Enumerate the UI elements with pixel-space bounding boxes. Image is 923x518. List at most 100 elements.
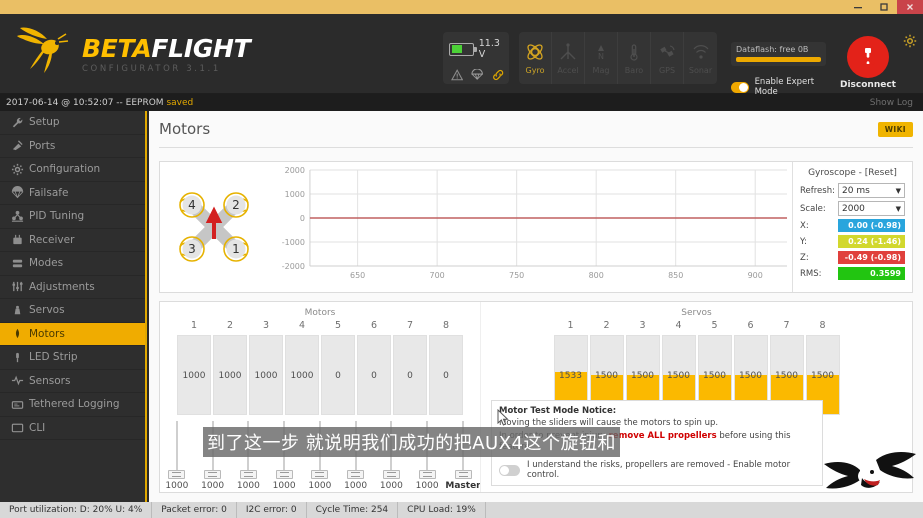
servo-column-header: 6 xyxy=(747,320,754,331)
disconnect-button[interactable]: Disconnect xyxy=(840,36,896,90)
disconnect-label: Disconnect xyxy=(840,80,896,90)
log-message: 2017-06-14 @ 10:52:07 -- EEPROM saved xyxy=(6,98,193,108)
sidebar-item-configuration[interactable]: Configuration xyxy=(0,158,145,182)
link-icon xyxy=(492,69,503,81)
motor-bar: 0 xyxy=(321,335,355,415)
sensor-accel: Accel xyxy=(552,32,585,84)
sidebar-item-receiver[interactable]: Receiver xyxy=(0,229,145,252)
gyro-chart: 2000 1000 0 -1000 -2000 650 700 750 800 850 900 xyxy=(268,162,792,292)
app-header: BETAFLIGHT CONFIGURATOR 3.1.1 11.3 V Gyr… xyxy=(0,14,923,97)
motor-slider[interactable]: 1000 xyxy=(160,421,194,491)
motor-mixer-diagram: 4 2 3 1 xyxy=(160,162,268,292)
sidebar-item-label: Setup xyxy=(29,116,60,129)
expert-mode-toggle[interactable] xyxy=(731,81,749,93)
sidebar-item-sensors[interactable]: Sensors xyxy=(0,370,145,393)
sidebar-item-servos[interactable]: Servos xyxy=(0,299,145,323)
enable-motor-control-row[interactable]: I understand the risks, propellers are r… xyxy=(499,460,815,480)
motor-column-header: 4 xyxy=(298,320,306,331)
motor-slider-knob[interactable] xyxy=(311,470,329,479)
motor-bar-value: 1000 xyxy=(218,371,242,381)
motor-slider-knob[interactable] xyxy=(239,470,257,479)
parachute-icon xyxy=(11,186,27,199)
status-bar-cell: Cycle Time: 254 xyxy=(307,502,399,518)
sidebar-item-label: Tethered Logging xyxy=(29,398,120,411)
disconnect-circle xyxy=(847,36,889,78)
motor-column-header: 3 xyxy=(262,320,270,331)
servos-header-row: 1 2 3 4 5 6 7 8 xyxy=(481,320,912,331)
sidebar-item-label: Sensors xyxy=(29,374,71,387)
servo-column-header: 5 xyxy=(711,320,718,331)
gyro-axis-label: Z: xyxy=(800,252,809,263)
status-bar: Port utilization: D: 20% U: 4% Packet err… xyxy=(0,502,923,518)
sidebar-item-tethered-logging[interactable]: Tethered Logging xyxy=(0,393,145,417)
gyro-icon xyxy=(527,44,543,60)
gyroscope-panel: Gyroscope - [Reset] Refresh: 20 ms ▼ Sca… xyxy=(792,162,912,292)
sidebar-item-setup[interactable]: Setup xyxy=(0,111,145,135)
sidebar-item-modes[interactable]: Modes xyxy=(0,252,145,276)
motor-slider-value: 1000 xyxy=(165,481,189,491)
gyro-axis-value: -0.49 (-0.98) xyxy=(838,251,905,264)
sensor-baro: Baro xyxy=(618,32,651,84)
motor-bar-value: 0 xyxy=(371,371,377,381)
brand-flight: FLIGHT xyxy=(151,34,251,63)
motors-section-label: Motors xyxy=(304,308,336,318)
motor-slider-knob[interactable] xyxy=(168,470,186,479)
terminal-icon xyxy=(11,421,27,434)
log-message-text: 2017-06-14 @ 10:52:07 -- EEPROM xyxy=(6,97,167,108)
window-close-button[interactable] xyxy=(897,0,923,14)
chevron-down-icon: ▼ xyxy=(895,204,901,213)
enable-motor-control-toggle[interactable] xyxy=(499,464,520,476)
sidebar-item-failsafe[interactable]: Failsafe xyxy=(0,182,145,205)
sliders-icon xyxy=(11,210,27,223)
sidebar-item-label: Configuration xyxy=(29,163,101,176)
servo-column-header: 1 xyxy=(567,320,574,331)
motor-slider-value: 1000 xyxy=(308,481,332,491)
motor-slider-knob[interactable] xyxy=(204,470,222,479)
sidebar-item-label: PID Tuning xyxy=(29,210,85,223)
motor-slider-knob[interactable] xyxy=(382,470,400,479)
sidebar-item-label: Modes xyxy=(29,257,64,270)
gyroscope-title[interactable]: Gyroscope - [Reset] xyxy=(800,168,905,178)
window-minimize-button[interactable] xyxy=(845,0,871,14)
enable-motor-control-label: I understand the risks, propellers are r… xyxy=(527,460,791,480)
sidebar-item-ports[interactable]: Ports xyxy=(0,135,145,158)
servo-bar-value: 1500 xyxy=(811,371,834,381)
motor-slider-value: 1000 xyxy=(272,481,296,491)
app-logo: BETAFLIGHT CONFIGURATOR 3.1.1 xyxy=(14,24,251,78)
show-log-button[interactable]: Show Log xyxy=(870,98,913,108)
motor-slider-track[interactable] xyxy=(175,421,178,471)
status-bar-cell: Port utilization: D: 20% U: 4% xyxy=(0,502,153,518)
sidebar-item-cli[interactable]: CLI xyxy=(0,417,145,440)
sidebar-item-adjustments[interactable]: Adjustments xyxy=(0,276,145,299)
waveform-icon xyxy=(11,374,27,387)
page-title: Motors xyxy=(159,120,211,138)
motor-slider-value: 1000 xyxy=(236,481,260,491)
motor-slider-knob[interactable] xyxy=(418,470,436,479)
sensor-gps-label: GPS xyxy=(658,66,676,75)
sidebar-item-motors[interactable]: Motors xyxy=(0,322,145,346)
sensor-sonar-label: Sonar xyxy=(688,66,713,75)
settings-gear-icon[interactable] xyxy=(903,34,917,48)
servo-column-header: 8 xyxy=(819,320,826,331)
motor-slider-value: 1000 xyxy=(415,481,439,491)
motor-slider-value: 1000 xyxy=(344,481,368,491)
sidebar-item-label: CLI xyxy=(29,421,46,434)
motor-slider-knob[interactable] xyxy=(347,470,365,479)
window-maximize-button[interactable] xyxy=(871,0,897,14)
motor-column-header: 8 xyxy=(442,320,450,331)
master-slider-knob[interactable] xyxy=(454,470,472,479)
gyro-scale-select[interactable]: 2000 ▼ xyxy=(838,201,905,216)
svg-text:-1000: -1000 xyxy=(282,238,305,247)
dataflash-label: Dataflash: free 0B xyxy=(736,45,809,54)
motor-bar-value: 0 xyxy=(335,371,341,381)
battery-voltage-value: 11.3 V xyxy=(478,38,500,60)
motor-bar: 1000 xyxy=(249,335,283,415)
svg-text:900: 900 xyxy=(748,271,763,280)
servo-column-header: 3 xyxy=(639,320,646,331)
motor-slider-knob[interactable] xyxy=(275,470,293,479)
servo-bar-value: 1500 xyxy=(595,371,618,381)
gyro-refresh-select[interactable]: 20 ms ▼ xyxy=(838,183,905,198)
sidebar-item-led-strip[interactable]: LED Strip xyxy=(0,346,145,370)
wiki-button[interactable]: WIKI xyxy=(877,121,913,137)
sidebar-item-pid-tuning[interactable]: PID Tuning xyxy=(0,205,145,229)
